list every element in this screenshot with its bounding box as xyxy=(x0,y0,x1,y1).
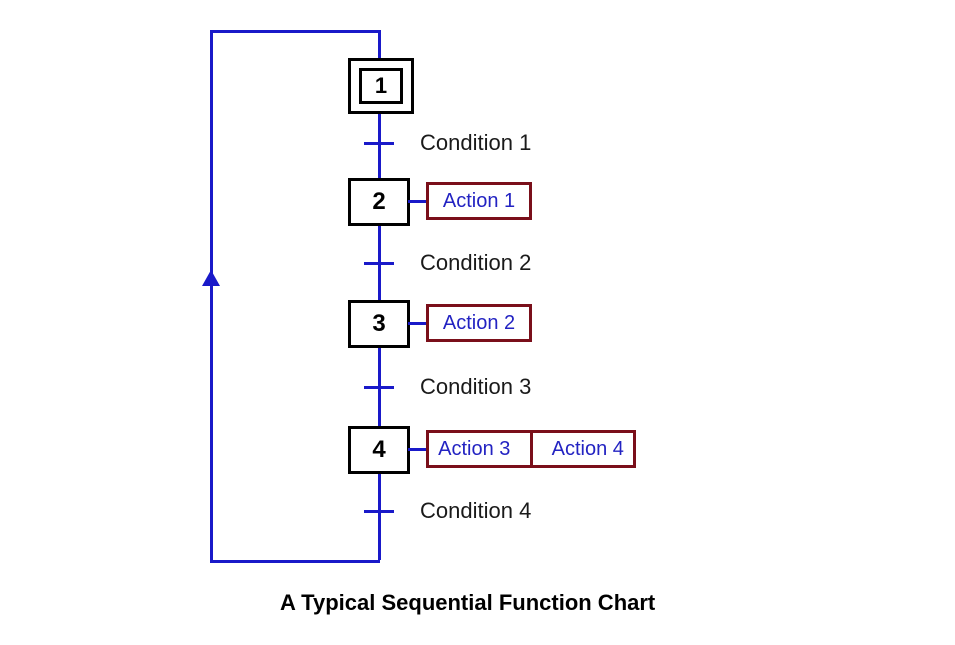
condition-1-label: Condition 1 xyxy=(420,130,531,156)
action-3-label: Action 3 xyxy=(429,438,520,461)
loop-left-line xyxy=(210,30,213,562)
transition-2-tick xyxy=(364,262,394,265)
transition-3-tick xyxy=(364,386,394,389)
step-4: 4 xyxy=(348,426,410,474)
step-3-number: 3 xyxy=(372,310,385,338)
condition-3-label: Condition 3 xyxy=(420,374,531,400)
step-3-action-connector xyxy=(408,322,428,325)
sfc-diagram: 1 Condition 1 2 Action 1 Condition 2 3 A… xyxy=(0,0,955,645)
loop-bottom-line xyxy=(210,560,380,563)
step-1-inner: 1 xyxy=(359,68,403,104)
action-2-box: Action 2 xyxy=(426,304,532,342)
condition-4-label: Condition 4 xyxy=(420,498,531,524)
action-1-box: Action 1 xyxy=(426,182,532,220)
condition-2-label: Condition 2 xyxy=(420,250,531,276)
step-4-number: 4 xyxy=(372,436,385,464)
diagram-caption: A Typical Sequential Function Chart xyxy=(280,590,655,616)
transition-4-tick xyxy=(364,510,394,513)
step-1-number: 1 xyxy=(375,73,387,99)
action-4-label: Action 4 xyxy=(543,438,634,461)
action-3-4-box: Action 3 Action 4 xyxy=(426,430,636,468)
step-1-initial: 1 xyxy=(348,58,414,114)
step-2-number: 2 xyxy=(372,188,385,216)
action-1-label: Action 1 xyxy=(443,190,515,213)
step-4-action-connector xyxy=(408,448,428,451)
action-2-label: Action 2 xyxy=(443,312,515,335)
transition-1-tick xyxy=(364,142,394,145)
step-2-action-connector xyxy=(408,200,428,203)
loop-arrow-icon xyxy=(202,270,220,286)
loop-top-line xyxy=(210,30,380,33)
action-divider xyxy=(530,433,533,465)
step-3: 3 xyxy=(348,300,410,348)
step-2: 2 xyxy=(348,178,410,226)
